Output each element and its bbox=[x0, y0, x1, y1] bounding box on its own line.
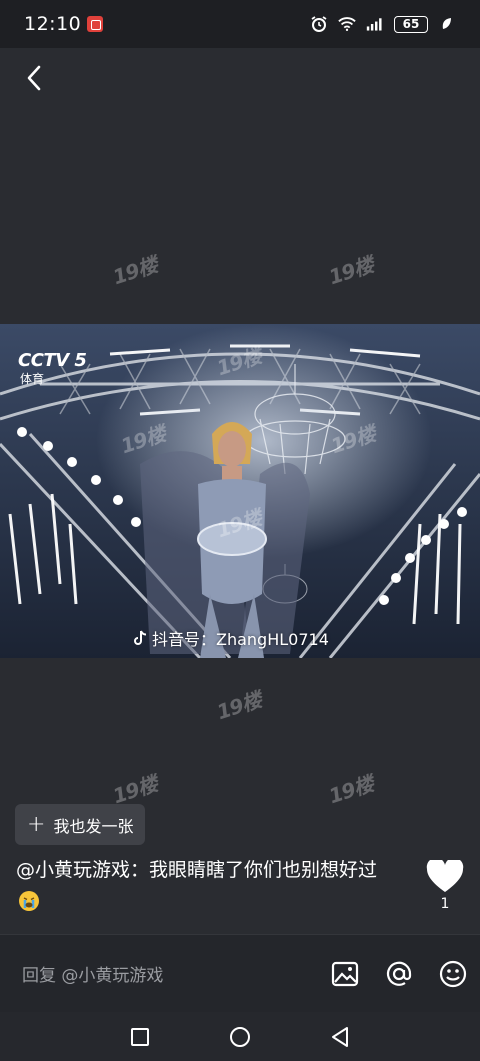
mention-button[interactable] bbox=[384, 959, 414, 989]
system-nav-bar bbox=[0, 1012, 480, 1061]
tiktok-label: 抖音号：ZhangHL0714 bbox=[134, 626, 329, 650]
alarm-icon bbox=[310, 15, 328, 33]
at-icon bbox=[386, 961, 412, 986]
square-icon bbox=[131, 1027, 149, 1046]
image-picker-button[interactable] bbox=[330, 959, 360, 989]
like-button[interactable]: 1 bbox=[424, 860, 466, 912]
back-button[interactable] bbox=[18, 62, 50, 94]
tiktok-label-text: 抖音号：ZhangHL0714 bbox=[152, 630, 329, 649]
watermark: 19楼 bbox=[325, 252, 376, 290]
triangle-back-icon bbox=[332, 1026, 348, 1047]
reply-input[interactable]: 回复 @小黄玩游戏 bbox=[22, 961, 163, 986]
app-notification-icon bbox=[87, 16, 104, 32]
recent-apps-button[interactable] bbox=[126, 1023, 154, 1051]
post-image[interactable]: CCTV 5 体育 19楼 19楼 19楼 19楼 抖音号：ZhangHL071… bbox=[0, 324, 480, 658]
post-one-button[interactable]: + 我也发一张 bbox=[15, 804, 146, 845]
back-arrow-icon bbox=[27, 65, 41, 91]
status-bar: 12:10 65 bbox=[0, 0, 480, 48]
comment-text: @小黄玩游戏：我眼睛瞎了你们也别想好过 bbox=[16, 854, 406, 918]
image-icon bbox=[331, 961, 359, 987]
system-back-button[interactable] bbox=[326, 1023, 354, 1051]
circle-icon bbox=[230, 1026, 250, 1047]
page: 12:10 65 19楼 19楼 CCTV 5 体育 19楼 19楼 19楼 1… bbox=[0, 0, 480, 1061]
tiktok-icon bbox=[134, 630, 147, 645]
emoji-button[interactable] bbox=[438, 959, 468, 989]
watermark: 19楼 bbox=[109, 252, 160, 290]
post-one-label: 我也发一张 bbox=[53, 816, 134, 836]
leaf-icon bbox=[438, 15, 456, 33]
watermark: 19楼 bbox=[325, 771, 376, 809]
home-button[interactable] bbox=[226, 1023, 254, 1051]
smiley-icon bbox=[439, 960, 467, 988]
watermark: 19楼 bbox=[109, 771, 160, 809]
status-icons: 65 bbox=[310, 15, 456, 33]
crying-emoji-icon bbox=[19, 891, 39, 911]
comment-body: @小黄玩游戏：我眼睛瞎了你们也别想好过 bbox=[16, 859, 378, 881]
channel-sub: 体育 bbox=[20, 372, 45, 386]
watermark: 19楼 bbox=[213, 687, 264, 725]
heart-icon bbox=[426, 860, 464, 892]
like-count: 1 bbox=[440, 896, 450, 912]
battery-icon: 65 bbox=[394, 15, 428, 33]
signal-icon bbox=[366, 15, 384, 33]
reply-bar: 回复 @小黄玩游戏 bbox=[0, 934, 480, 1012]
plus-icon: + bbox=[27, 811, 46, 837]
status-time: 12:10 bbox=[24, 13, 82, 35]
wifi-icon bbox=[338, 15, 356, 33]
channel-logo: CCTV 5 bbox=[18, 350, 87, 371]
